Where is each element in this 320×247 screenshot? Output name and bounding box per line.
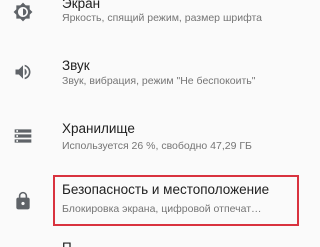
settings-item-summary: Яркость, спящий режим, размер шрифта <box>62 12 263 24</box>
settings-item-summary: Звук, вибрация, режим "Не беспокоить" <box>62 75 256 87</box>
volume-icon <box>13 62 33 82</box>
settings-item-summary: Используется 26 %, свободно 47,29 ГБ <box>62 140 252 152</box>
settings-item-storage[interactable]: Хранилище Используется 26 %, свободно 47… <box>0 108 310 164</box>
settings-item-sound[interactable]: Звук Звук, вибрация, режим "Не беспокоит… <box>0 44 310 100</box>
settings-item-title: Хранилище <box>62 121 135 136</box>
settings-item-partial[interactable]: П <box>0 238 310 247</box>
highlight-annotation-box <box>53 175 299 226</box>
settings-list: Экран Яркость, спящий режим, размер шриф… <box>0 0 310 247</box>
settings-item-title: Звук <box>62 58 90 73</box>
settings-item-title: Экран <box>62 0 101 11</box>
storage-icon <box>13 126 33 146</box>
settings-item-title: П <box>62 240 72 247</box>
display-brightness-icon <box>13 2 33 22</box>
lock-icon <box>13 191 33 211</box>
settings-item-display[interactable]: Экран Яркость, спящий режим, размер шриф… <box>0 0 310 30</box>
